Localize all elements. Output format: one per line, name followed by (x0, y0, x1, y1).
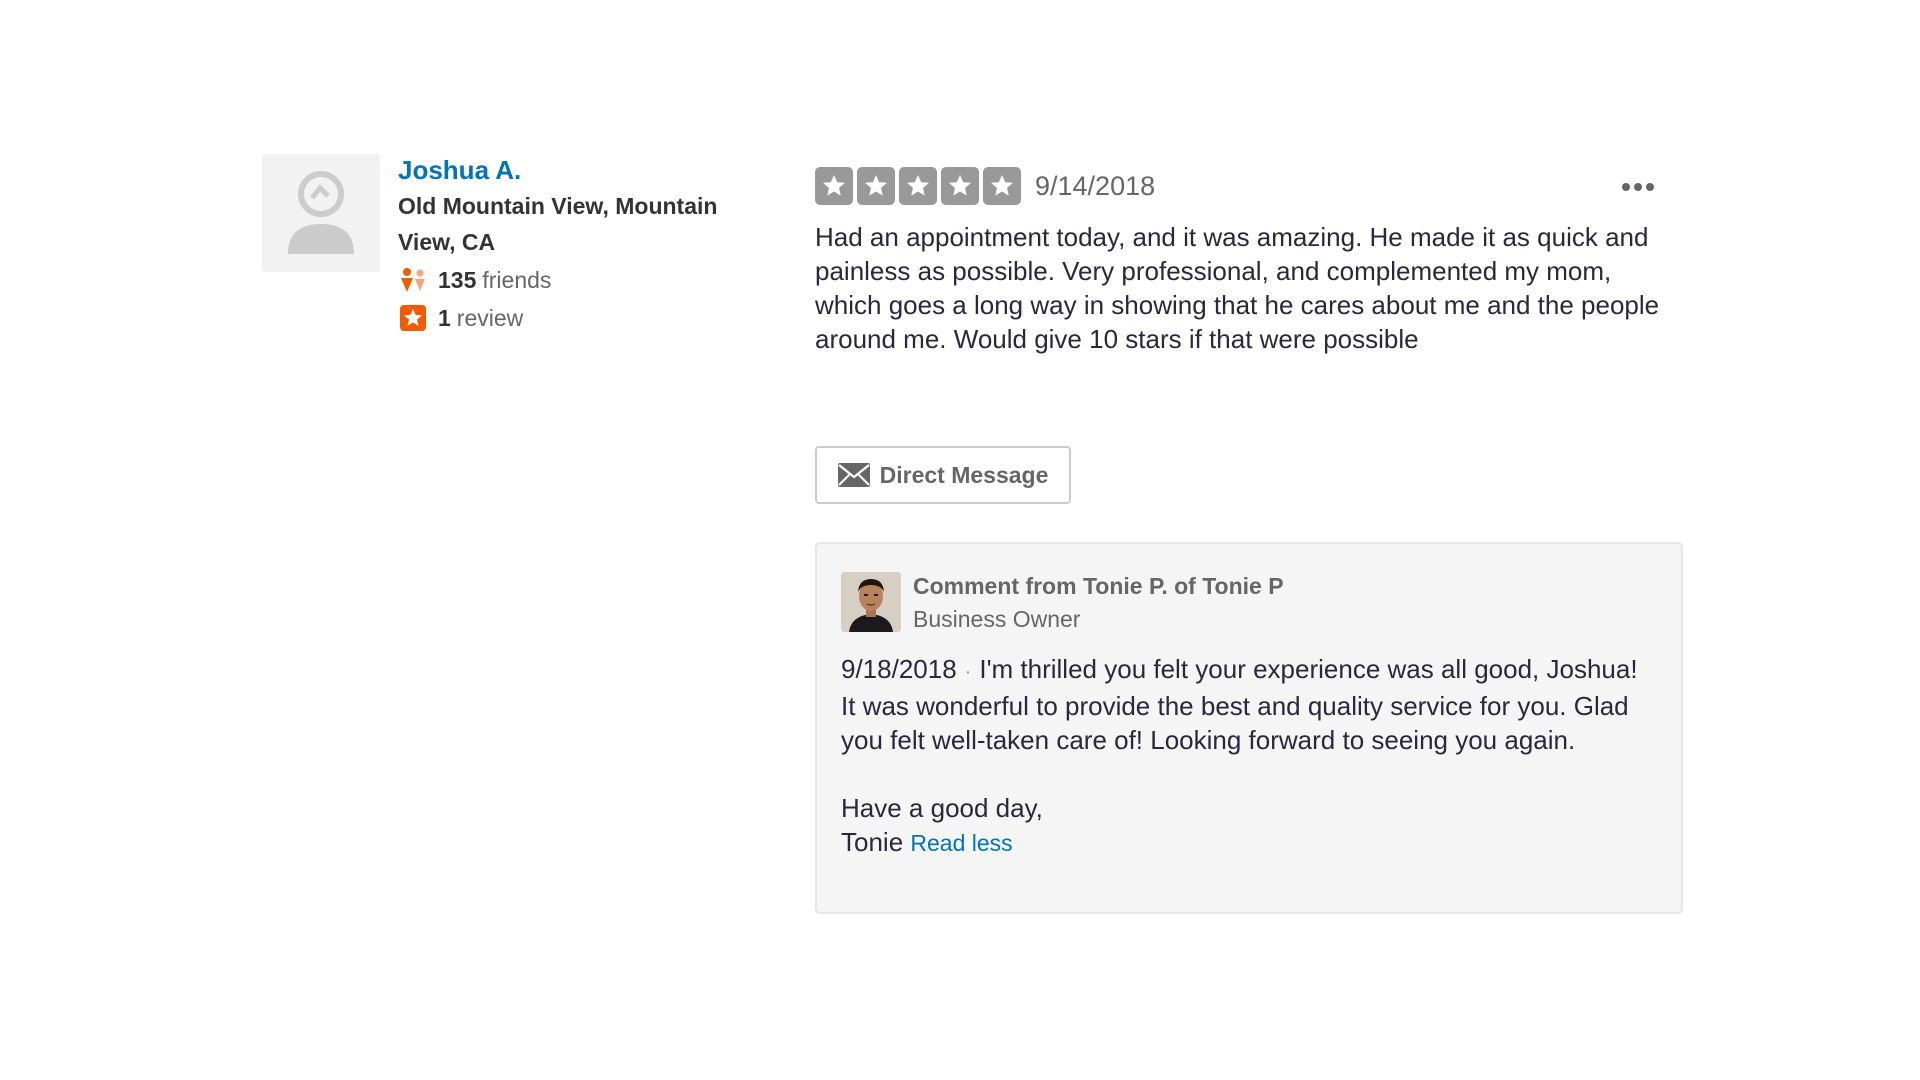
reviewer-info: Joshua A. Old Mountain View, Mountain Vi… (398, 154, 758, 336)
star-rating (815, 167, 1021, 205)
reviewer-name-link[interactable]: Joshua A. (398, 154, 758, 186)
rating-star-icon (815, 167, 853, 205)
rating-star-icon (941, 167, 979, 205)
rating-star-icon (857, 167, 895, 205)
rating-line: 9/14/2018 (815, 166, 1685, 206)
friends-stat: 135 friends (398, 262, 758, 298)
review-content: 9/14/2018 Had an appointment today, and … (815, 166, 1685, 504)
owner-comment: Comment from Tonie P. of Tonie P Busines… (815, 542, 1683, 914)
owner-signature-line: Tonie Read less (841, 825, 1651, 860)
reviews-label: review (456, 304, 524, 331)
friends-icon (398, 265, 428, 295)
read-less-link[interactable]: Read less (910, 830, 1012, 856)
owner-comment-date: 9/18/2018 (841, 654, 957, 684)
owner-comment-body: 9/18/2018 · I'm thrilled you felt your exp… (841, 652, 1651, 860)
mail-icon (837, 463, 870, 487)
owner-comment-paragraph: 9/18/2018 · I'm thrilled you felt your exp… (841, 652, 1651, 757)
default-avatar-icon (288, 171, 354, 254)
owner-comment-text: I'm thrilled you felt your experience wa… (841, 654, 1638, 755)
review-date: 9/14/2018 (1035, 170, 1156, 201)
owner-signoff: Have a good day, (841, 793, 1043, 823)
owner-comment-title: Comment from Tonie P. of Tonie P (913, 573, 1284, 599)
direct-message-button[interactable]: Direct Message (815, 446, 1071, 504)
reviews-count: 1 (438, 304, 451, 331)
reviews-stat: 1 review (398, 300, 758, 336)
date-separator: · (964, 661, 972, 683)
owner-comment-header: Comment from Tonie P. of Tonie P Busines… (913, 570, 1284, 636)
more-options-button[interactable] (1616, 176, 1660, 198)
reviewer-location: Old Mountain View, Mountain View, CA (398, 193, 718, 255)
rating-star-icon (983, 167, 1021, 205)
more-dots-icon (1622, 183, 1654, 191)
rating-star-icon (899, 167, 937, 205)
review-text: Had an appointment today, and it was ama… (815, 222, 1660, 354)
owner-role: Business Owner (913, 606, 1081, 632)
owner-avatar[interactable] (841, 572, 901, 632)
review-page: Joshua A. Old Mountain View, Mountain Vi… (0, 0, 1920, 1080)
friends-count: 135 (438, 266, 477, 293)
reviewer-avatar[interactable] (262, 154, 380, 272)
owner-photo-icon (841, 572, 901, 632)
friends-label: friends (482, 266, 552, 293)
review-star-icon (398, 303, 428, 333)
direct-message-label: Direct Message (879, 461, 1049, 488)
owner-signature: Tonie (841, 827, 904, 857)
